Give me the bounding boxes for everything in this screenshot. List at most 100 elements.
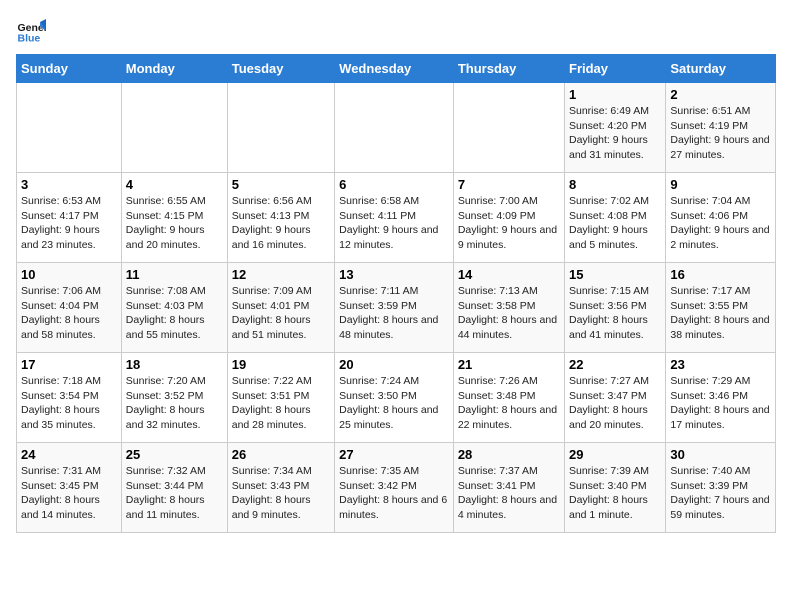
day-number: 15 [569,267,661,282]
day-number: 17 [21,357,117,372]
day-info: Sunrise: 7:26 AM Sunset: 3:48 PM Dayligh… [458,374,560,433]
calendar-cell: 16 Sunrise: 7:17 AM Sunset: 3:55 PM Dayli… [666,263,776,353]
day-info: Sunrise: 6:49 AM Sunset: 4:20 PM Dayligh… [569,104,661,163]
day-info: Sunrise: 7:08 AM Sunset: 4:03 PM Dayligh… [126,284,223,343]
day-number: 12 [232,267,330,282]
calendar-cell: 15 Sunrise: 7:15 AM Sunset: 3:56 PM Dayli… [565,263,666,353]
calendar-cell: 24Sunrise: 7:31 AM Sunset: 3:45 PM Dayli… [17,443,122,533]
calendar-cell [227,83,334,173]
day-number: 4 [126,177,223,192]
day-number: 23 [670,357,771,372]
calendar-cell [335,83,454,173]
day-number: 16 [670,267,771,282]
day-number: 30 [670,447,771,462]
day-number: 28 [458,447,560,462]
svg-text:Blue: Blue [18,33,41,45]
day-number: 21 [458,357,560,372]
day-number: 14 [458,267,560,282]
calendar-cell: 7 Sunrise: 7:00 AM Sunset: 4:09 PM Daylig… [453,173,564,263]
day-number: 11 [126,267,223,282]
calendar-cell: 26 Sunrise: 7:34 AM Sunset: 3:43 PM Dayli… [227,443,334,533]
calendar-cell: 5 Sunrise: 6:56 AM Sunset: 4:13 PM Daylig… [227,173,334,263]
day-info: Sunrise: 7:24 AM Sunset: 3:50 PM Dayligh… [339,374,449,433]
day-info: Sunrise: 7:13 AM Sunset: 3:58 PM Dayligh… [458,284,560,343]
day-info: Sunrise: 7:34 AM Sunset: 3:43 PM Dayligh… [232,464,330,523]
day-number: 18 [126,357,223,372]
day-number: 26 [232,447,330,462]
calendar-cell: 22Sunrise: 7:27 AM Sunset: 3:47 PM Dayli… [565,353,666,443]
calendar-week-row: 1 Sunrise: 6:49 AM Sunset: 4:20 PM Daylig… [17,83,776,173]
day-of-week-header: Tuesday [227,55,334,83]
day-number: 29 [569,447,661,462]
day-number: 6 [339,177,449,192]
day-of-week-header: Friday [565,55,666,83]
day-info: Sunrise: 7:32 AM Sunset: 3:44 PM Dayligh… [126,464,223,523]
calendar-cell: 11 Sunrise: 7:08 AM Sunset: 4:03 PM Dayli… [121,263,227,353]
calendar-cell: 27Sunrise: 7:35 AM Sunset: 3:42 PM Dayli… [335,443,454,533]
calendar-cell: 8 Sunrise: 7:02 AM Sunset: 4:08 PM Daylig… [565,173,666,263]
header: General Blue [16,16,776,46]
calendar-cell: 14 Sunrise: 7:13 AM Sunset: 3:58 PM Dayli… [453,263,564,353]
calendar-cell: 25Sunrise: 7:32 AM Sunset: 3:44 PM Dayli… [121,443,227,533]
day-info: Sunrise: 7:11 AM Sunset: 3:59 PM Dayligh… [339,284,449,343]
day-info: Sunrise: 7:29 AM Sunset: 3:46 PM Dayligh… [670,374,771,433]
calendar-cell: 2 Sunrise: 6:51 AM Sunset: 4:19 PM Daylig… [666,83,776,173]
day-of-week-header: Saturday [666,55,776,83]
calendar-header-row: SundayMondayTuesdayWednesdayThursdayFrid… [17,55,776,83]
day-number: 7 [458,177,560,192]
calendar-week-row: 3 Sunrise: 6:53 AM Sunset: 4:17 PM Daylig… [17,173,776,263]
calendar-cell: 30 Sunrise: 7:40 AM Sunset: 3:39 PM Dayli… [666,443,776,533]
day-info: Sunrise: 7:22 AM Sunset: 3:51 PM Dayligh… [232,374,330,433]
calendar-cell: 20 Sunrise: 7:24 AM Sunset: 3:50 PM Dayli… [335,353,454,443]
day-of-week-header: Sunday [17,55,122,83]
day-number: 3 [21,177,117,192]
day-number: 22 [569,357,661,372]
calendar-cell: 4 Sunrise: 6:55 AM Sunset: 4:15 PM Daylig… [121,173,227,263]
day-number: 24 [21,447,117,462]
day-info: Sunrise: 6:58 AM Sunset: 4:11 PM Dayligh… [339,194,449,253]
day-number: 1 [569,87,661,102]
day-number: 2 [670,87,771,102]
day-of-week-header: Wednesday [335,55,454,83]
day-info: Sunrise: 7:37 AM Sunset: 3:41 PM Dayligh… [458,464,560,523]
day-info: Sunrise: 7:17 AM Sunset: 3:55 PM Dayligh… [670,284,771,343]
day-info: Sunrise: 7:04 AM Sunset: 4:06 PM Dayligh… [670,194,771,253]
calendar-cell: 17 Sunrise: 7:18 AM Sunset: 3:54 PM Dayli… [17,353,122,443]
calendar-cell: 28 Sunrise: 7:37 AM Sunset: 3:41 PM Dayli… [453,443,564,533]
day-info: Sunrise: 7:06 AM Sunset: 4:04 PM Dayligh… [21,284,117,343]
day-info: Sunrise: 6:53 AM Sunset: 4:17 PM Dayligh… [21,194,117,253]
day-number: 9 [670,177,771,192]
day-info: Sunrise: 7:40 AM Sunset: 3:39 PM Dayligh… [670,464,771,523]
calendar-cell: 29 Sunrise: 7:39 AM Sunset: 3:40 PM Dayli… [565,443,666,533]
logo: General Blue [16,16,50,46]
day-info: Sunrise: 7:09 AM Sunset: 4:01 PM Dayligh… [232,284,330,343]
day-info: Sunrise: 6:51 AM Sunset: 4:19 PM Dayligh… [670,104,771,163]
calendar-cell [121,83,227,173]
calendar-cell: 13 Sunrise: 7:11 AM Sunset: 3:59 PM Dayli… [335,263,454,353]
day-info: Sunrise: 7:02 AM Sunset: 4:08 PM Dayligh… [569,194,661,253]
day-of-week-header: Monday [121,55,227,83]
day-info: Sunrise: 7:00 AM Sunset: 4:09 PM Dayligh… [458,194,560,253]
calendar-week-row: 10Sunrise: 7:06 AM Sunset: 4:04 PM Dayli… [17,263,776,353]
calendar-cell: 21 Sunrise: 7:26 AM Sunset: 3:48 PM Dayli… [453,353,564,443]
calendar-cell: 18Sunrise: 7:20 AM Sunset: 3:52 PM Dayli… [121,353,227,443]
calendar-cell: 23 Sunrise: 7:29 AM Sunset: 3:46 PM Dayli… [666,353,776,443]
calendar-cell [453,83,564,173]
calendar-cell: 10Sunrise: 7:06 AM Sunset: 4:04 PM Dayli… [17,263,122,353]
calendar-cell: 1 Sunrise: 6:49 AM Sunset: 4:20 PM Daylig… [565,83,666,173]
calendar-cell: 3 Sunrise: 6:53 AM Sunset: 4:17 PM Daylig… [17,173,122,263]
day-info: Sunrise: 7:18 AM Sunset: 3:54 PM Dayligh… [21,374,117,433]
calendar-week-row: 17 Sunrise: 7:18 AM Sunset: 3:54 PM Dayli… [17,353,776,443]
day-of-week-header: Thursday [453,55,564,83]
day-info: Sunrise: 6:55 AM Sunset: 4:15 PM Dayligh… [126,194,223,253]
day-info: Sunrise: 6:56 AM Sunset: 4:13 PM Dayligh… [232,194,330,253]
day-info: Sunrise: 7:15 AM Sunset: 3:56 PM Dayligh… [569,284,661,343]
day-number: 20 [339,357,449,372]
calendar-table: SundayMondayTuesdayWednesdayThursdayFrid… [16,54,776,533]
calendar-cell: 9 Sunrise: 7:04 AM Sunset: 4:06 PM Daylig… [666,173,776,263]
calendar-cell: 12 Sunrise: 7:09 AM Sunset: 4:01 PM Dayli… [227,263,334,353]
day-number: 5 [232,177,330,192]
day-number: 8 [569,177,661,192]
day-info: Sunrise: 7:39 AM Sunset: 3:40 PM Dayligh… [569,464,661,523]
day-number: 13 [339,267,449,282]
